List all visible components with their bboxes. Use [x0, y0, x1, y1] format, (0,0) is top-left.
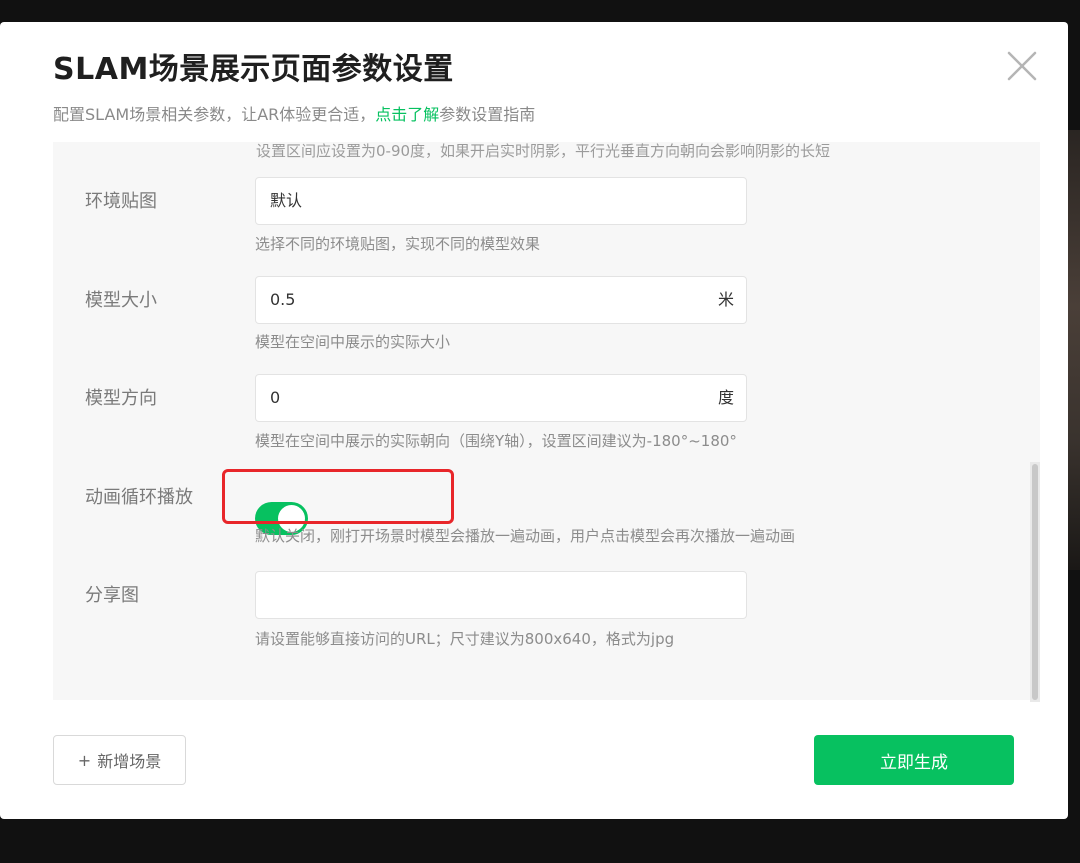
close-icon: [1007, 51, 1037, 81]
dialog-title: SLAM场景展示页面参数设置: [53, 52, 454, 87]
plus-icon: +: [77, 750, 92, 770]
field-hint-cut-off: 设置区间应设置为0-90度，如果开启实时阴影，平行光垂直方向朝向会影响阴影的长短: [256, 142, 831, 160]
model-size-unit: 米: [717, 290, 734, 309]
add-scene-button[interactable]: + 新增场景: [53, 735, 186, 785]
model-direction-label: 模型方向: [85, 388, 157, 409]
add-scene-label: 新增场景: [97, 752, 162, 771]
subtitle-text: 配置SLAM场景相关参数，让AR体验更合适，: [53, 105, 376, 124]
close-button[interactable]: [1002, 46, 1042, 86]
animation-loop-label: 动画循环播放: [85, 487, 193, 508]
env-map-hint: 选择不同的环境贴图，实现不同的模型效果: [255, 235, 541, 253]
generate-button[interactable]: 立即生成: [814, 735, 1014, 785]
generate-label: 立即生成: [880, 752, 948, 773]
model-size-value: 0.5: [270, 290, 296, 309]
learn-more-link[interactable]: 点击了解: [375, 105, 439, 124]
env-map-value: 默认: [270, 191, 303, 210]
scrollbar-thumb[interactable]: [1032, 464, 1038, 700]
share-image-input[interactable]: [255, 571, 747, 619]
model-direction-value: 0: [270, 388, 281, 407]
env-map-label: 环境贴图: [85, 191, 157, 212]
model-direction-input[interactable]: 0 度: [255, 374, 747, 422]
settings-dialog: SLAM场景展示页面参数设置 配置SLAM场景相关参数，让AR体验更合适，点击了…: [0, 22, 1068, 819]
animation-loop-hint: 默认关闭，刚打开场景时模型会播放一遍动画，用户点击模型会再次播放一遍动画: [255, 527, 796, 545]
share-image-hint: 请设置能够直接访问的URL；尺寸建议为800x640，格式为jpg: [255, 630, 675, 648]
model-size-input[interactable]: 0.5 米: [255, 276, 747, 324]
model-size-hint: 模型在空间中展示的实际大小: [255, 333, 451, 351]
model-direction-hint: 模型在空间中展示的实际朝向（围绕Y轴），设置区间建议为-180°~180°: [255, 432, 737, 450]
subtitle-guide-text: 参数设置指南: [439, 105, 536, 124]
share-image-label: 分享图: [85, 585, 139, 606]
model-size-label: 模型大小: [85, 290, 157, 311]
model-direction-unit: 度: [717, 388, 734, 407]
form-scroll-area[interactable]: 设置区间应设置为0-90度，如果开启实时阴影，平行光垂直方向朝向会影响阴影的长短…: [53, 142, 1040, 700]
env-map-input[interactable]: 默认: [255, 177, 747, 225]
dialog-subtitle: 配置SLAM场景相关参数，让AR体验更合适，点击了解参数设置指南: [53, 104, 535, 126]
